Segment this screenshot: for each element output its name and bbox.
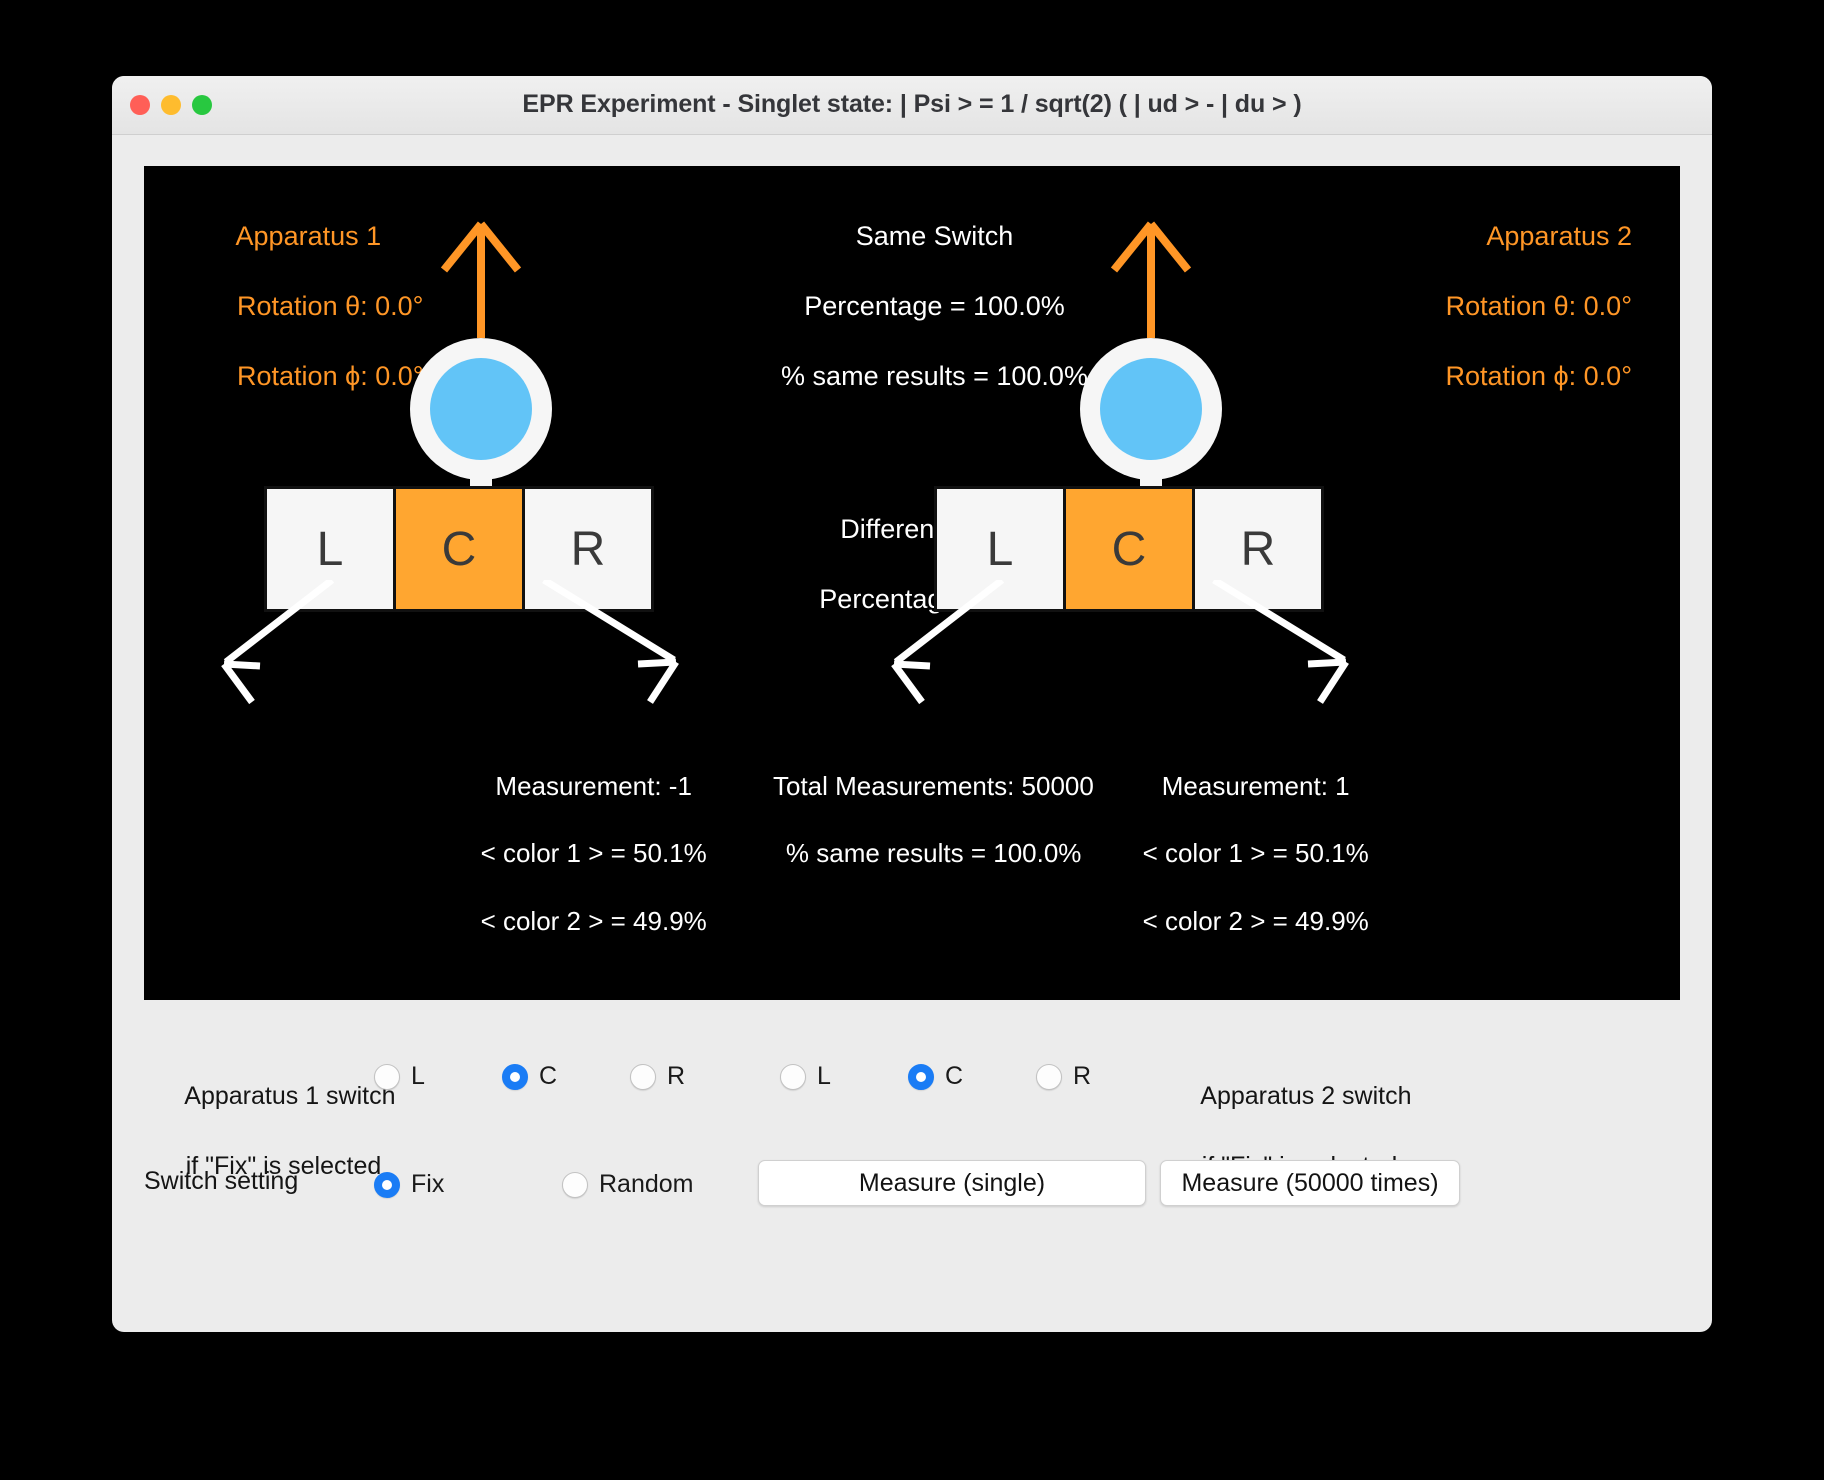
apparatus-1-radio-c-label: C: [539, 1062, 558, 1090]
radio-circle-icon[interactable]: [374, 1063, 400, 1090]
apparatus-2-radio-c[interactable]: C: [908, 1062, 1028, 1091]
apparatus-2-radio-c-label: C: [945, 1062, 964, 1090]
spin-arrow-up-icon: [440, 221, 522, 338]
apparatus-2-color2: < color 2 > = 49.9%: [1142, 905, 1369, 936]
control-panel: Apparatus 1 switch if "Fix" is selected …: [112, 1020, 1712, 1320]
apparatus-2-graphic: L C R: [884, 166, 1384, 726]
switch-setting-fix-label: Fix: [411, 1170, 445, 1198]
radio-circle-icon[interactable]: [780, 1063, 806, 1090]
radio-circle-icon[interactable]: [1036, 1063, 1062, 1090]
apparatus-2-switch-label-line1: Apparatus 2 switch: [1200, 1082, 1412, 1110]
apparatus-2-measurement: Measurement: 1: [1161, 770, 1350, 801]
switch-setting-radio-group: Fix Random: [374, 1170, 702, 1199]
apparatus-1-graphic: L C R: [214, 166, 714, 726]
apparatus-1-switch-label-line1: Apparatus 1 switch: [184, 1082, 396, 1110]
apparatus-1-radio-r[interactable]: R: [630, 1062, 750, 1091]
radio-circle-selected-icon[interactable]: [502, 1063, 528, 1090]
apparatus-1-output-arrows: [221, 580, 679, 705]
apparatus-2-measurement-block: Measurement: 1 < color 1 > = 50.1% < col…: [1024, 736, 1444, 973]
apparatus-2-color1: < color 1 > = 50.1%: [1142, 838, 1369, 869]
apparatus-1-color1: < color 1 > = 50.1%: [480, 838, 707, 869]
detector-1: [410, 338, 552, 494]
apparatus-1-measurement: Measurement: -1: [495, 770, 692, 801]
apparatus-2-output-arrows: [891, 580, 1349, 705]
switch-setting-label: Switch setting: [144, 1167, 299, 1195]
switch-setting-radio-fix[interactable]: Fix: [374, 1170, 554, 1199]
measure-many-button[interactable]: Measure (50000 times): [1160, 1160, 1460, 1206]
apparatus-1-radio-l-label: L: [411, 1062, 425, 1090]
radio-circle-selected-icon[interactable]: [374, 1171, 400, 1198]
apparatus-2-radio-r-label: R: [1073, 1062, 1092, 1090]
detector-2: [1080, 338, 1222, 494]
detector-2-indicator: [1100, 358, 1202, 460]
apparatus-1-radio-group: L C R: [374, 1062, 758, 1091]
switch-setting-random-label: Random: [599, 1170, 694, 1198]
title-bar: EPR Experiment - Singlet state: | Psi > …: [112, 76, 1712, 135]
apparatus-1-color2: < color 2 > = 49.9%: [480, 905, 707, 936]
radio-circle-icon[interactable]: [630, 1063, 656, 1090]
apparatus-1-radio-c[interactable]: C: [502, 1062, 622, 1091]
apparatus-2-radio-l-label: L: [817, 1062, 831, 1090]
simulation-canvas: Apparatus 1 Rotation θ: 0.0° Rotation ϕ:…: [144, 166, 1680, 1000]
detector-1-indicator: [430, 358, 532, 460]
app-window: EPR Experiment - Singlet state: | Psi > …: [112, 76, 1712, 1332]
radio-circle-icon[interactable]: [562, 1171, 588, 1198]
radio-circle-selected-icon[interactable]: [908, 1063, 934, 1090]
window-title: EPR Experiment - Singlet state: | Psi > …: [522, 90, 1302, 118]
apparatus-1-radio-r-label: R: [667, 1062, 686, 1090]
apparatus-2-radio-l[interactable]: L: [780, 1062, 900, 1091]
apparatus-2-radio-r[interactable]: R: [1036, 1062, 1156, 1091]
apparatus-1-radio-l[interactable]: L: [374, 1062, 494, 1091]
switch-setting-radio-random[interactable]: Random: [562, 1170, 694, 1199]
measure-single-button[interactable]: Measure (single): [758, 1160, 1146, 1206]
apparatus-2-radio-group: L C R: [780, 1062, 1164, 1091]
spin-arrow-up-icon-2: [1110, 221, 1192, 338]
